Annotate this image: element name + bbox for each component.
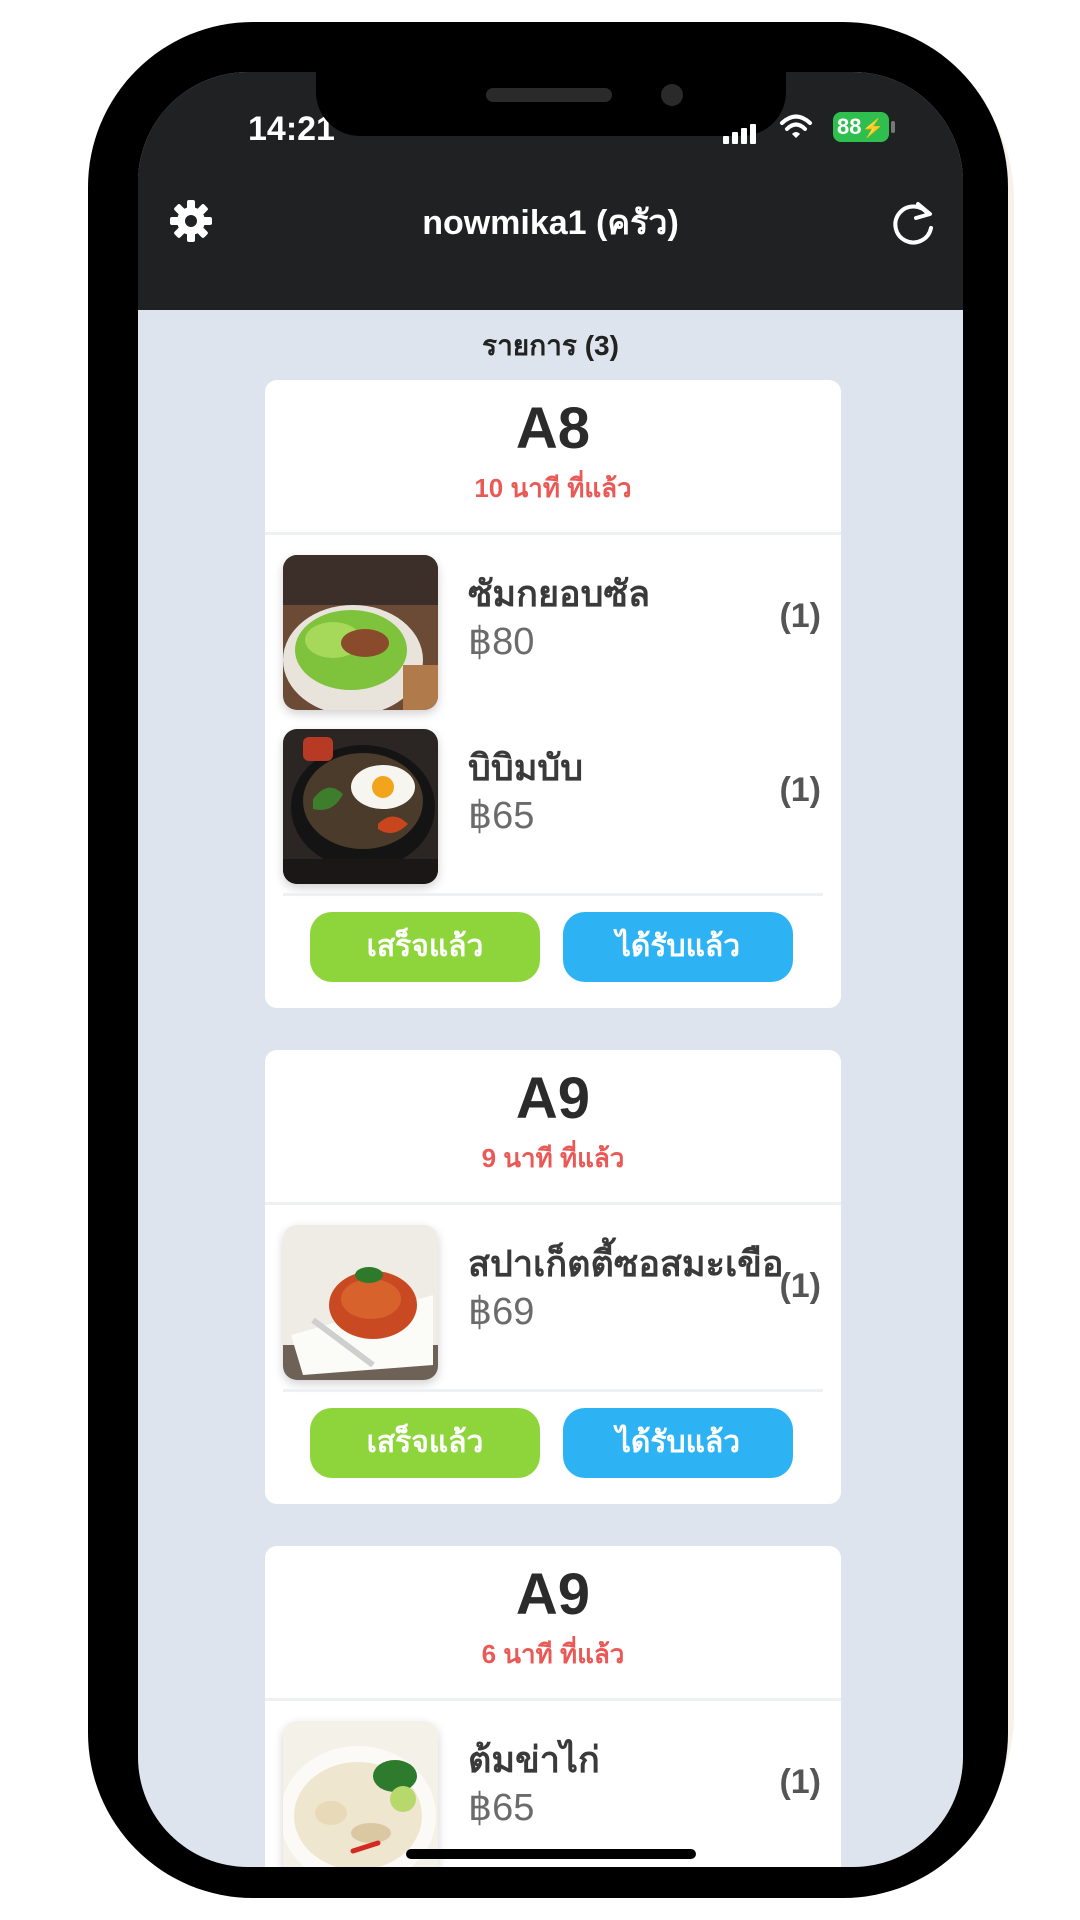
gear-icon[interactable] bbox=[168, 198, 214, 244]
elapsed-time: 9 นาที ที่แล้ว bbox=[481, 1143, 625, 1173]
home-indicator[interactable] bbox=[406, 1849, 696, 1859]
item-name: สปาเก็ตตี้ซอสมะเขือ bbox=[468, 1243, 784, 1284]
item-name: ซัมกยอบซัล bbox=[468, 573, 651, 614]
table-number: A9 bbox=[515, 1562, 591, 1627]
app-screen: 14:21 88⚡ nowmika1 (ครัว) รายการ (3) A8 … bbox=[138, 72, 963, 1867]
item-quantity: (1) bbox=[779, 771, 821, 809]
order-card: A9 9 นาที ที่แล้ว สปาเก็ตตี้ซอสมะเขือ ฿6… bbox=[265, 1050, 841, 1504]
order-item: ซัมกยอบซัล ฿80 (1) bbox=[265, 535, 841, 710]
order-card: A9 6 นาที ที่แล้ว ต้มข่าไก่ ฿65 (1) bbox=[265, 1546, 841, 1867]
done-button[interactable]: เสร็จแล้ว bbox=[310, 912, 540, 982]
battery-tip bbox=[891, 121, 895, 133]
elapsed-time: 10 นาที ที่แล้ว bbox=[474, 473, 632, 503]
food-image-tom-kha-gai bbox=[283, 1721, 438, 1867]
front-camera bbox=[661, 84, 683, 106]
order-card-header: A8 10 นาที ที่แล้ว bbox=[265, 380, 841, 535]
order-actions: เสร็จแล้ว ได้รับแล้ว bbox=[283, 1389, 823, 1504]
notch bbox=[316, 72, 786, 136]
food-image-bibimbap bbox=[283, 729, 438, 884]
signal-icon bbox=[723, 124, 759, 144]
speaker bbox=[486, 88, 612, 102]
order-actions: เสร็จแล้ว ได้รับแล้ว bbox=[283, 893, 823, 1008]
item-name: บิบิมบับ bbox=[468, 747, 584, 788]
battery-indicator: 88⚡ bbox=[833, 112, 889, 142]
item-quantity: (1) bbox=[779, 1267, 821, 1305]
page-title: nowmika1 (ครัว) bbox=[422, 204, 679, 242]
status-time: 14:21 bbox=[248, 110, 335, 148]
order-card: A8 10 นาที ที่แล้ว ซัมกยอบซัล ฿80 (1) บิ… bbox=[265, 380, 841, 1008]
order-card-header: A9 9 นาที ที่แล้ว bbox=[265, 1050, 841, 1205]
item-name: ต้มข่าไก่ bbox=[468, 1739, 600, 1780]
order-item: บิบิมบับ ฿65 (1) bbox=[265, 709, 841, 884]
item-price: ฿80 bbox=[468, 621, 535, 663]
order-card-header: A9 6 นาที ที่แล้ว bbox=[265, 1546, 841, 1701]
item-quantity: (1) bbox=[779, 1763, 821, 1801]
item-price: ฿65 bbox=[468, 795, 535, 837]
wifi-icon bbox=[780, 114, 812, 138]
item-price: ฿65 bbox=[468, 1787, 535, 1829]
refresh-icon[interactable] bbox=[888, 198, 938, 248]
app-header: nowmika1 (ครัว) bbox=[138, 170, 963, 310]
received-button[interactable]: ได้รับแล้ว bbox=[563, 1408, 793, 1478]
table-number: A8 bbox=[515, 396, 591, 461]
received-button[interactable]: ได้รับแล้ว bbox=[563, 912, 793, 982]
food-image-samgyeopsal bbox=[283, 555, 438, 710]
item-quantity: (1) bbox=[779, 597, 821, 635]
elapsed-time: 6 นาที ที่แล้ว bbox=[481, 1639, 625, 1669]
order-count-title: รายการ (3) bbox=[482, 330, 619, 361]
order-item: ต้มข่าไก่ ฿65 (1) bbox=[265, 1701, 841, 1867]
food-image-spaghetti bbox=[283, 1225, 438, 1380]
charging-icon: ⚡ bbox=[861, 118, 884, 138]
done-button[interactable]: เสร็จแล้ว bbox=[310, 1408, 540, 1478]
item-price: ฿69 bbox=[468, 1291, 535, 1333]
table-number: A9 bbox=[515, 1066, 591, 1131]
battery-level: 88 bbox=[837, 114, 862, 139]
order-item: สปาเก็ตตี้ซอสมะเขือ ฿69 (1) bbox=[265, 1205, 841, 1380]
